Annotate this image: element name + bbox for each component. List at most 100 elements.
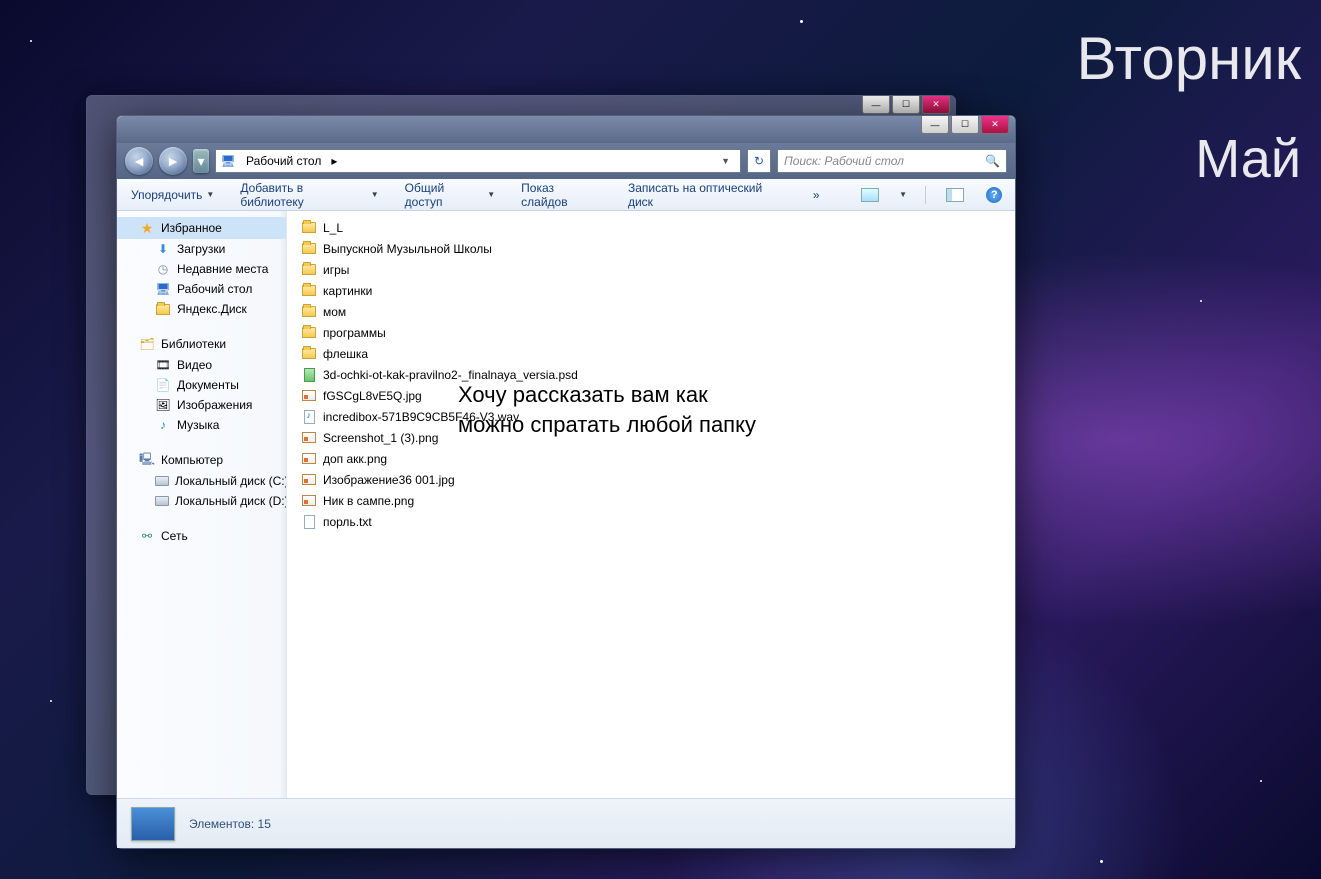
file-name: порль.txt bbox=[323, 515, 372, 529]
network-icon: ⚯ bbox=[139, 528, 155, 544]
sidebar-item-yandexdisk[interactable]: Яндекс.Диск bbox=[117, 299, 286, 319]
desktop-icon: 🖥 bbox=[155, 281, 171, 297]
libraries-icon: 🗂 bbox=[139, 336, 155, 352]
pictures-icon: 🖼 bbox=[155, 397, 171, 413]
sidebar-item-videos[interactable]: 🎞Видео bbox=[117, 355, 286, 375]
sidebar-item-documents[interactable]: 📄Документы bbox=[117, 375, 286, 395]
burn-button[interactable]: Записать на оптический диск bbox=[624, 178, 791, 212]
file-name: Screenshot_1 (3).png bbox=[323, 431, 438, 445]
star bbox=[50, 700, 52, 702]
disk-icon bbox=[155, 493, 169, 509]
sidebar-libraries-header[interactable]: 🗂 Библиотеки bbox=[117, 333, 286, 355]
nav-back-button[interactable]: ◄ bbox=[125, 147, 153, 175]
sidebar-favorites-header[interactable]: ★ Избранное bbox=[117, 217, 286, 239]
slideshow-button[interactable]: Показ слайдов bbox=[517, 178, 606, 212]
file-item-folder[interactable]: Выпускной Музыльной Школы bbox=[297, 238, 1005, 259]
audio-icon bbox=[301, 409, 317, 425]
folder-icon bbox=[301, 220, 317, 236]
breadcrumb-arrow[interactable]: ▸ bbox=[331, 154, 337, 168]
file-list-pane[interactable]: L_L Выпускной Музыльной Школы игры картинки… bbox=[287, 211, 1015, 798]
maximize-button[interactable]: ☐ bbox=[951, 116, 979, 134]
separator bbox=[925, 186, 926, 204]
sidebar-network-header[interactable]: ⚯ Сеть bbox=[117, 525, 286, 547]
view-mode-button[interactable] bbox=[860, 185, 882, 205]
star bbox=[1200, 300, 1202, 302]
minimize-button[interactable]: — bbox=[862, 96, 890, 114]
file-name: мом bbox=[323, 305, 346, 319]
folder-icon bbox=[301, 241, 317, 257]
search-placeholder: Поиск: Рабочий стол bbox=[784, 154, 904, 168]
sidebar-item-downloads[interactable]: ⬇Загрузки bbox=[117, 239, 286, 259]
video-icon: 🎞 bbox=[155, 357, 171, 373]
psd-icon bbox=[301, 367, 317, 383]
sidebar-item-recent[interactable]: ◷Недавние места bbox=[117, 259, 286, 279]
item-count-label: Элементов: 15 bbox=[189, 817, 271, 831]
folder-icon bbox=[301, 346, 317, 362]
file-name: картинки bbox=[323, 284, 372, 298]
nav-forward-button[interactable]: ► bbox=[159, 147, 187, 175]
close-button[interactable]: ✕ bbox=[922, 96, 950, 114]
file-name: программы bbox=[323, 326, 386, 340]
sidebar-item-local-disk-c[interactable]: Локальный диск (C:) bbox=[117, 471, 286, 491]
folder-icon bbox=[301, 283, 317, 299]
file-item-folder[interactable]: программы bbox=[297, 322, 1005, 343]
file-name: Выпускной Музыльной Школы bbox=[323, 242, 492, 256]
view-mode-dropdown[interactable]: ▼ bbox=[899, 190, 907, 199]
address-row: ◄ ► ▾ 🖥 Рабочий стол ▸ ▼ ↻ Поиск: Рабочи… bbox=[117, 143, 1015, 179]
file-item-folder[interactable]: L_L bbox=[297, 217, 1005, 238]
share-menu[interactable]: Общий доступ▼ bbox=[401, 178, 500, 212]
star bbox=[800, 20, 803, 23]
image-icon bbox=[301, 493, 317, 509]
search-input[interactable]: Поиск: Рабочий стол 🔍 bbox=[777, 149, 1007, 173]
desktop-icon: 🖥 bbox=[220, 153, 236, 169]
explorer-toolbar: Упорядочить▼ Добавить в библиотеку▼ Общи… bbox=[117, 179, 1015, 211]
window-titlebar[interactable]: — ☐ ✕ bbox=[117, 116, 1015, 143]
desktop-month-label: Май bbox=[1195, 128, 1301, 190]
address-dropdown[interactable]: ▼ bbox=[715, 156, 736, 166]
image-icon bbox=[301, 388, 317, 404]
organize-menu[interactable]: Упорядочить▼ bbox=[127, 185, 218, 205]
image-icon bbox=[301, 430, 317, 446]
image-icon bbox=[301, 472, 317, 488]
refresh-button[interactable]: ↻ bbox=[747, 149, 771, 173]
sidebar-item-local-disk-d[interactable]: Локальный диск (D:) bbox=[117, 491, 286, 511]
file-item-folder[interactable]: картинки bbox=[297, 280, 1005, 301]
status-bar: Элементов: 15 bbox=[117, 798, 1015, 848]
file-name: fGSCgL8vE5Q.jpg bbox=[323, 389, 422, 403]
recent-icon: ◷ bbox=[155, 261, 171, 277]
file-item[interactable]: порль.txt bbox=[297, 511, 1005, 532]
file-item-folder[interactable]: флешка bbox=[297, 343, 1005, 364]
file-item[interactable]: доп акк.png bbox=[297, 448, 1005, 469]
preview-pane-button[interactable] bbox=[944, 185, 966, 205]
explorer-window: — ☐ ✕ ◄ ► ▾ 🖥 Рабочий стол ▸ ▼ ↻ Поиск: … bbox=[116, 115, 1016, 849]
add-to-library-menu[interactable]: Добавить в библиотеку▼ bbox=[236, 178, 382, 212]
file-name: L_L bbox=[323, 221, 343, 235]
folder-icon bbox=[155, 301, 171, 317]
close-button[interactable]: ✕ bbox=[981, 116, 1009, 134]
file-item-folder[interactable]: мом bbox=[297, 301, 1005, 322]
search-icon: 🔍 bbox=[985, 154, 1000, 168]
breadcrumb-segment[interactable]: Рабочий стол bbox=[242, 154, 325, 168]
help-button[interactable]: ? bbox=[984, 185, 1006, 205]
disk-icon bbox=[155, 473, 169, 489]
file-item[interactable]: Изображение36 001.jpg bbox=[297, 469, 1005, 490]
file-item[interactable]: Ник в сампе.png bbox=[297, 490, 1005, 511]
folder-icon bbox=[301, 262, 317, 278]
star bbox=[30, 40, 32, 42]
file-name: Ник в сампе.png bbox=[323, 494, 414, 508]
maximize-button[interactable]: ☐ bbox=[892, 96, 920, 114]
sidebar-item-desktop[interactable]: 🖥Рабочий стол bbox=[117, 279, 286, 299]
sidebar-computer-header[interactable]: 🖳 Компьютер bbox=[117, 449, 286, 471]
sidebar-item-pictures[interactable]: 🖼Изображения bbox=[117, 395, 286, 415]
file-name: Изображение36 001.jpg bbox=[323, 473, 455, 487]
statusbar-thumbnail bbox=[131, 807, 175, 841]
star-icon: ★ bbox=[139, 220, 155, 236]
nav-history-dropdown[interactable]: ▾ bbox=[193, 149, 209, 173]
computer-icon: 🖳 bbox=[139, 452, 155, 468]
sidebar-item-music[interactable]: ♪Музыка bbox=[117, 415, 286, 435]
file-item-folder[interactable]: игры bbox=[297, 259, 1005, 280]
desktop-day-label: Вторник bbox=[1077, 24, 1301, 93]
toolbar-overflow[interactable]: » bbox=[809, 185, 824, 205]
address-bar[interactable]: 🖥 Рабочий стол ▸ ▼ bbox=[215, 149, 741, 173]
minimize-button[interactable]: — bbox=[921, 116, 949, 134]
